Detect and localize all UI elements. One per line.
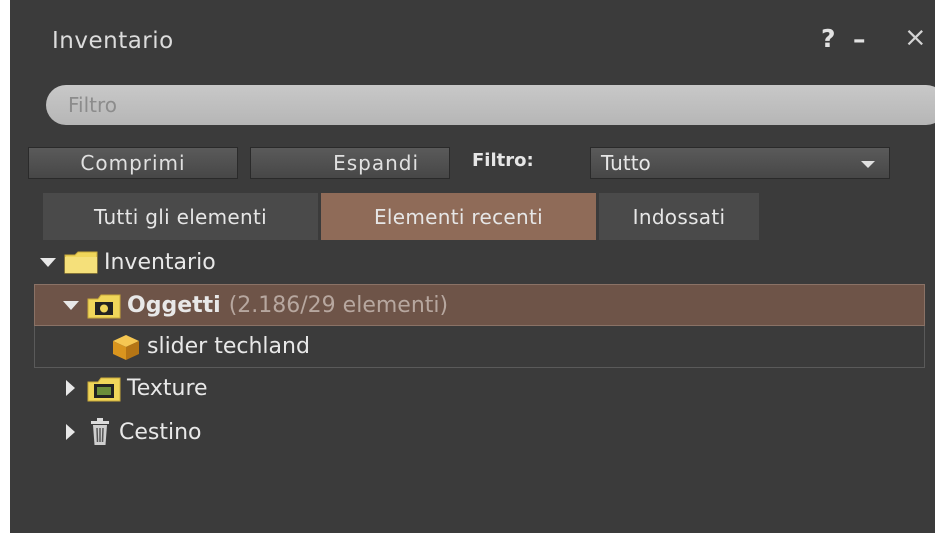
- title-bar[interactable]: Inventario ? – ×: [10, 0, 935, 82]
- minimize-button[interactable]: –: [853, 25, 866, 54]
- expand-arrow-icon[interactable]: [40, 257, 56, 267]
- collapse-arrow-icon[interactable]: [66, 380, 75, 396]
- inventory-window: Inventario ? – × Comprimi Espandi Filtro…: [10, 0, 935, 533]
- tab-recent-items-label: Elementi recenti: [374, 204, 543, 229]
- collapse-button-label: Comprimi: [80, 151, 186, 175]
- expand-arrow-icon[interactable]: [63, 300, 79, 310]
- filter-label: Filtro:: [472, 150, 534, 171]
- tree-label-objects: Oggetti: [127, 292, 221, 318]
- tree-row-texture[interactable]: Texture: [10, 368, 935, 408]
- collapse-button[interactable]: Comprimi: [28, 147, 238, 179]
- close-button[interactable]: ×: [904, 22, 927, 53]
- tab-all-items-label: Tutti gli elementi: [93, 204, 268, 229]
- window-title: Inventario: [52, 28, 174, 54]
- tab-worn[interactable]: Indossati: [599, 193, 759, 240]
- trash-icon: [89, 418, 111, 446]
- tree-row-trash[interactable]: Cestino: [10, 412, 935, 452]
- chevron-down-icon: [861, 161, 875, 168]
- texture-folder-icon: [87, 376, 121, 402]
- tree-label-texture: Texture: [127, 375, 208, 401]
- tree-row-objects[interactable]: Oggetti (2.186/29 elementi): [34, 284, 925, 326]
- tab-recent-items[interactable]: Elementi recenti: [321, 193, 596, 240]
- expand-button[interactable]: Espandi: [250, 147, 450, 179]
- tree-label-slider-techland: slider techland: [147, 334, 310, 359]
- help-button[interactable]: ?: [821, 24, 836, 53]
- object-box-icon: [111, 333, 141, 361]
- collapse-arrow-icon[interactable]: [66, 424, 75, 440]
- tab-all-items[interactable]: Tutti gli elementi: [43, 193, 318, 240]
- tree-row-inventory[interactable]: Inventario: [10, 242, 935, 282]
- tree-row-slider-techland[interactable]: slider techland: [34, 326, 925, 368]
- search-filter-input[interactable]: [46, 85, 935, 125]
- inventory-tabs: Tutti gli elementi Elementi recenti Indo…: [10, 193, 935, 241]
- objects-folder-icon: [87, 293, 121, 319]
- tab-worn-label: Indossati: [632, 204, 726, 229]
- tree-label-inventory: Inventario: [104, 249, 216, 275]
- expand-button-label: Espandi: [333, 151, 419, 175]
- tree-label-trash: Cestino: [119, 419, 202, 445]
- filter-type-value: Tutto: [601, 151, 651, 175]
- folder-icon: [64, 250, 98, 274]
- filter-type-select[interactable]: Tutto: [590, 147, 890, 179]
- objects-count: (2.186/29 elementi): [228, 292, 449, 318]
